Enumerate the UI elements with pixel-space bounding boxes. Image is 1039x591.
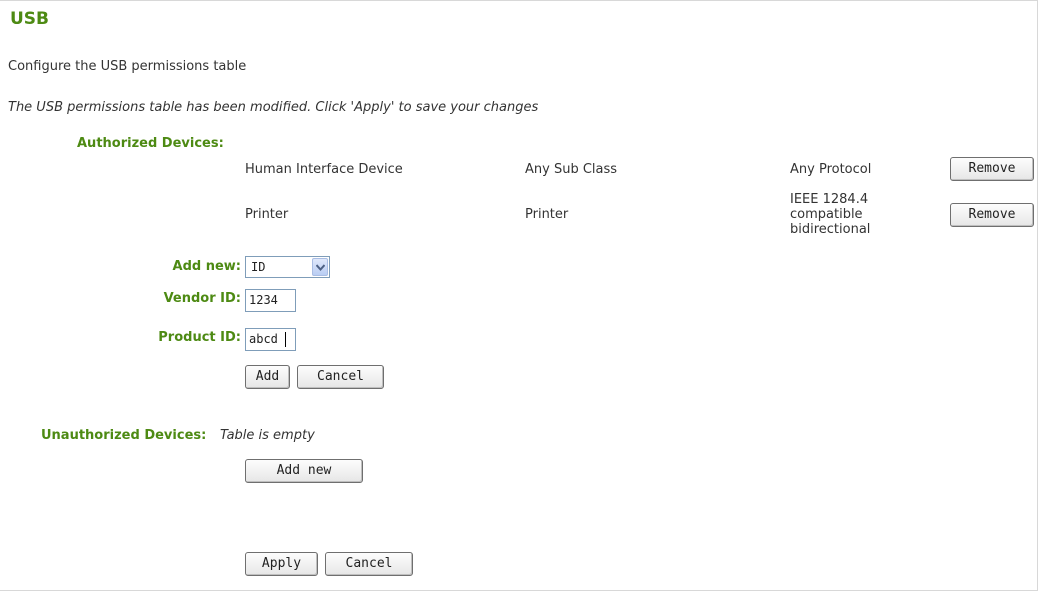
protocol-line: IEEE 1284.4	[790, 192, 869, 207]
authorized-devices-label: Authorized Devices:	[77, 136, 224, 151]
chevron-down-icon[interactable]	[312, 258, 328, 276]
add-new-type-select[interactable]: ID	[245, 256, 330, 278]
authorized-row-1-protocol: Any Protocol	[790, 162, 872, 177]
modified-notice: The USB permissions table has been modif…	[8, 100, 539, 115]
remove-button-row-1[interactable]: Remove	[950, 157, 1034, 181]
page-title: USB	[10, 9, 50, 29]
add-new-unauthorized-button[interactable]: Add new	[245, 459, 363, 483]
add-new-label: Add new:	[172, 259, 241, 274]
remove-button-row-2[interactable]: Remove	[950, 203, 1034, 227]
authorized-row-2-subclass: Printer	[525, 207, 569, 222]
footer-cancel-button[interactable]: Cancel	[325, 552, 413, 576]
unauthorized-empty-text: Table is empty	[220, 428, 315, 443]
page-subtitle: Configure the USB permissions table	[8, 59, 247, 74]
authorized-row-1-class: Human Interface Device	[245, 162, 403, 177]
authorized-row-2-class: Printer	[245, 207, 289, 222]
page-frame	[0, 0, 1038, 591]
protocol-line: bidirectional	[790, 222, 871, 237]
add-button[interactable]: Add	[245, 365, 290, 389]
add-cancel-button[interactable]: Cancel	[297, 365, 384, 389]
add-new-type-value: ID	[251, 260, 266, 274]
product-id-input[interactable]: abcd	[245, 328, 296, 351]
apply-button[interactable]: Apply	[245, 552, 318, 576]
product-id-label: Product ID:	[158, 330, 241, 345]
authorized-row-2-protocol: IEEE 1284.4 compatible bidirectional	[790, 192, 870, 237]
text-cursor	[285, 332, 286, 347]
vendor-id-label: Vendor ID:	[163, 291, 241, 306]
product-id-value: abcd	[249, 332, 278, 346]
protocol-line: compatible	[790, 207, 863, 222]
unauthorized-devices-label: Unauthorized Devices:	[41, 428, 207, 443]
vendor-id-input[interactable]: 1234	[245, 289, 296, 312]
authorized-row-1-subclass: Any Sub Class	[525, 162, 618, 177]
